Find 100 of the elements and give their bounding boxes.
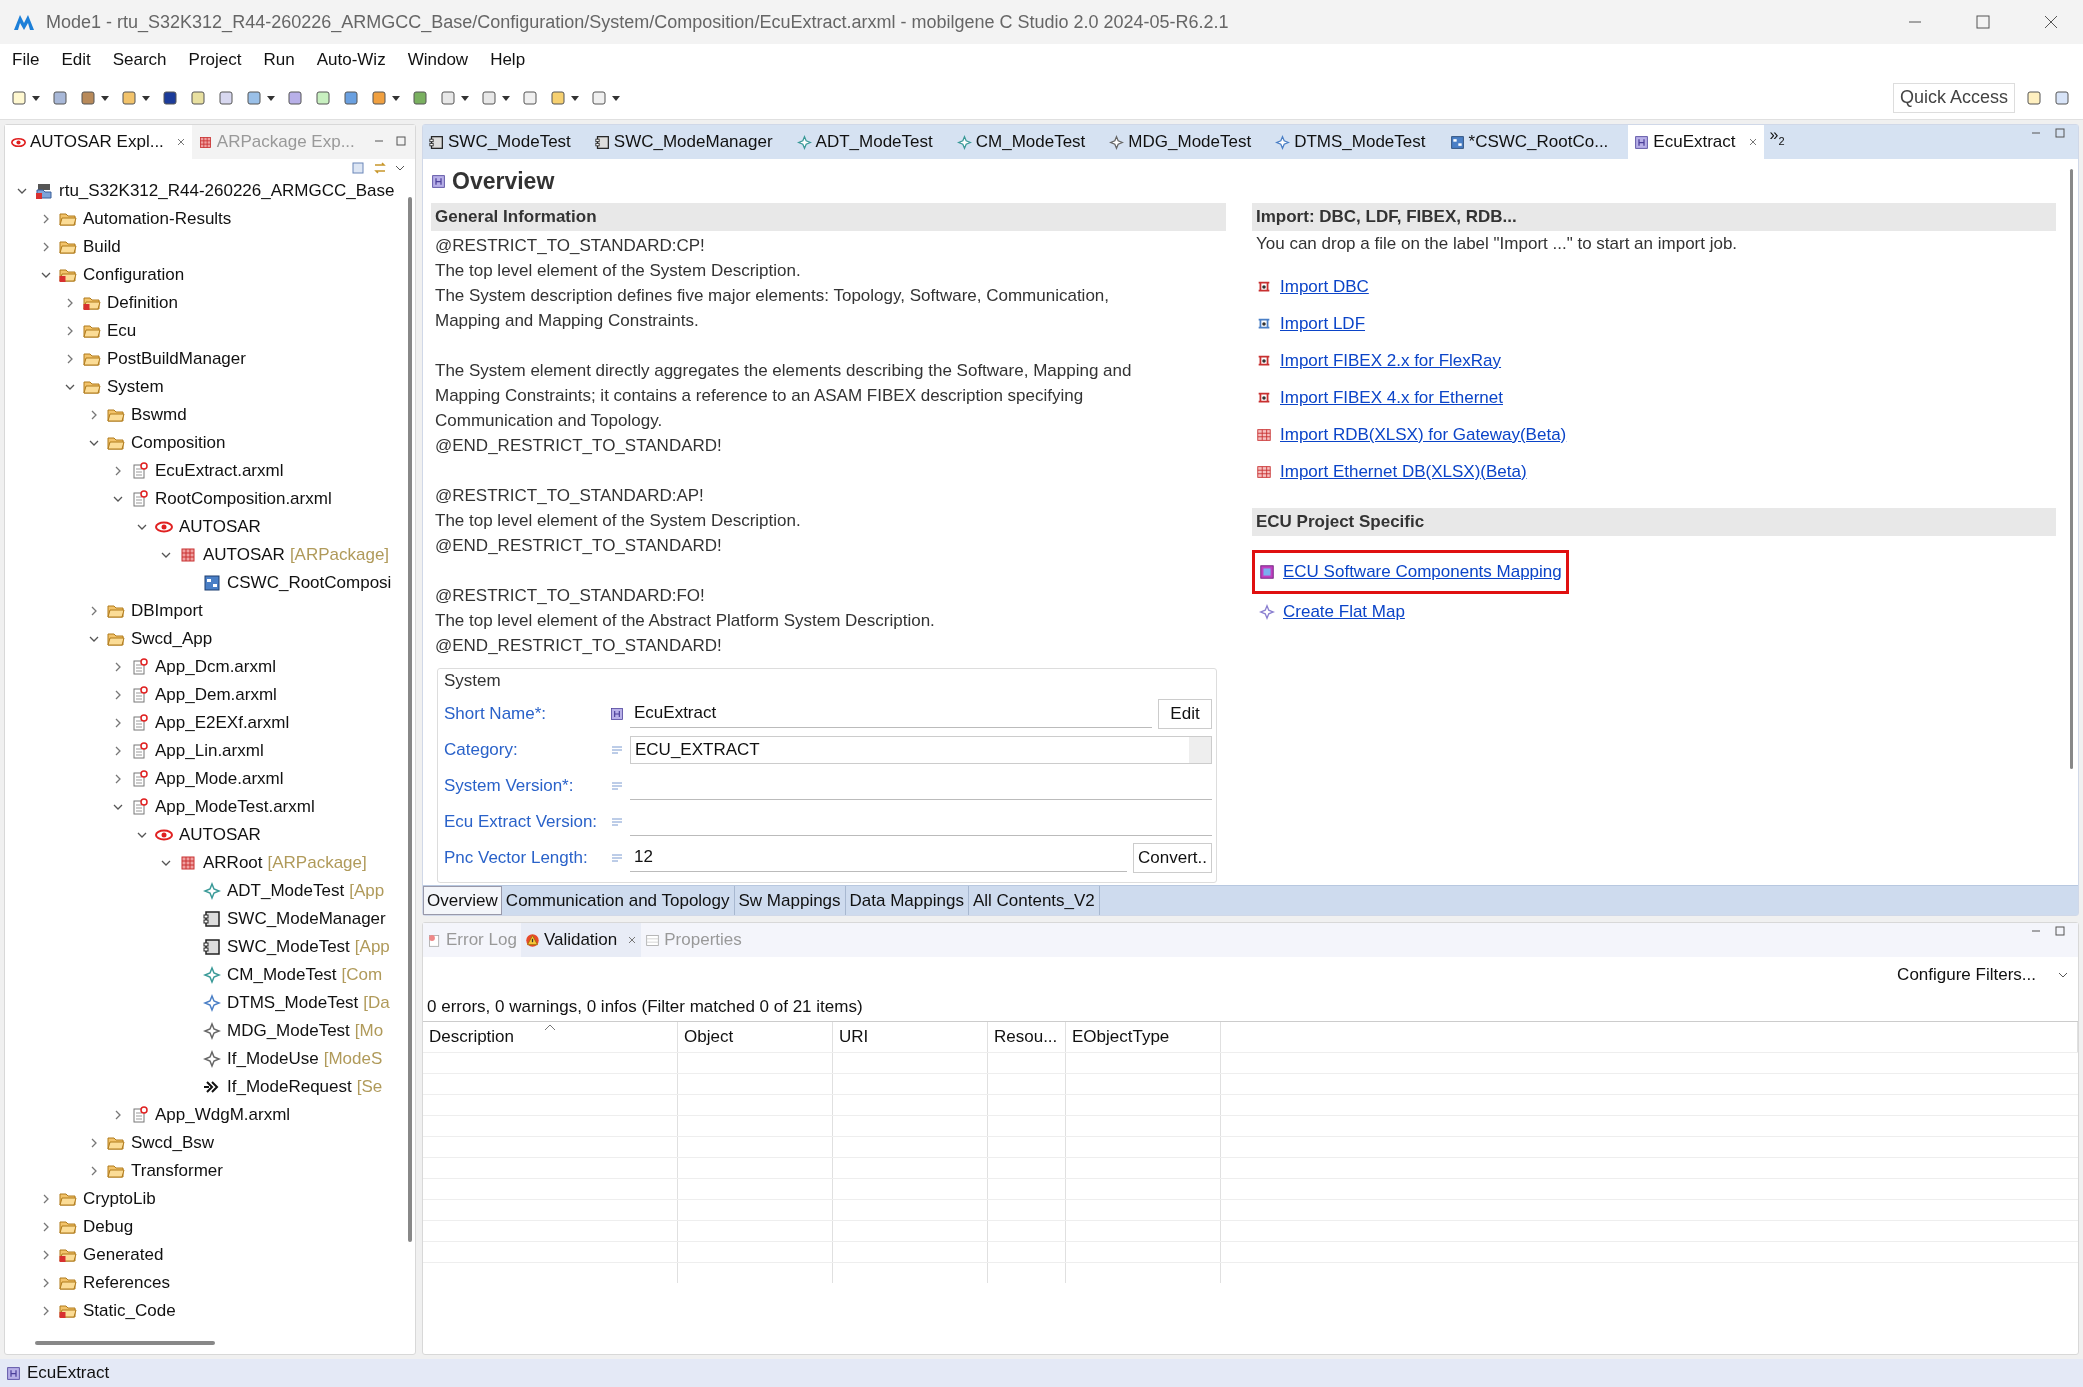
- menu-item[interactable]: Help: [490, 47, 526, 73]
- view-tab[interactable]: Validation: [520, 923, 642, 957]
- tree-item[interactable]: SWC_ModeTest: [227, 934, 350, 960]
- menu-item[interactable]: Auto-Wiz: [316, 47, 386, 73]
- tree-item[interactable]: CSWC_RootComposi: [227, 570, 392, 596]
- menu-item[interactable]: Search: [112, 47, 167, 73]
- page-title: Overview: [452, 166, 555, 196]
- view-tab[interactable]: AUTOSAR Expl...: [5, 125, 192, 159]
- editor-tab[interactable]: EcuExtract: [1628, 125, 1764, 159]
- tree-item[interactable]: AUTOSAR: [179, 822, 261, 848]
- field-button[interactable]: Convert..: [1133, 842, 1212, 873]
- tree-item[interactable]: Bswmd: [131, 402, 187, 428]
- import-link[interactable]: Import LDF: [1280, 310, 1366, 337]
- maximize-icon[interactable]: [2054, 127, 2066, 139]
- editor-tab[interactable]: ADT_ModeTest: [792, 125, 953, 159]
- tree-item[interactable]: App_WdgM.arxml: [155, 1102, 291, 1128]
- menu-item[interactable]: File: [12, 47, 40, 73]
- editor-tab[interactable]: SWC_ModeManager: [590, 125, 793, 159]
- import-link[interactable]: Import Ethernet DB(XLSX)(Beta): [1280, 458, 1527, 485]
- scrollbar[interactable]: [35, 1341, 215, 1345]
- tree-item[interactable]: AUTOSAR: [203, 542, 285, 568]
- page-tab[interactable]: Communication and Topology: [501, 886, 735, 915]
- tree-item[interactable]: DBImport: [131, 598, 203, 624]
- import-link[interactable]: Import FIBEX 2.x for FlexRay: [1280, 347, 1502, 374]
- editor-tab[interactable]: DTMS_ModeTest: [1271, 125, 1446, 159]
- editor-tab[interactable]: SWC_ModeTest: [425, 125, 591, 159]
- tree-item[interactable]: Definition: [107, 290, 178, 316]
- category-field[interactable]: ECU_EXTRACT: [630, 735, 1212, 764]
- tree-item[interactable]: If_ModeRequest: [227, 1074, 352, 1100]
- field-button[interactable]: Edit: [1158, 698, 1212, 729]
- tree-item[interactable]: App_Dem.arxml: [155, 682, 277, 708]
- file-icon: [131, 490, 149, 508]
- tree-item[interactable]: Debug: [83, 1214, 134, 1240]
- tree-item[interactable]: MDG_ModeTest: [227, 1018, 350, 1044]
- maximize-icon[interactable]: [1973, 12, 1993, 32]
- tree-item[interactable]: App_ModeTest.arxml: [155, 794, 315, 820]
- tree-item[interactable]: Transformer: [131, 1158, 223, 1184]
- tree-item[interactable]: Ecu: [107, 318, 137, 344]
- editor-tab[interactable]: *CSWC_RootCo...: [1445, 125, 1629, 159]
- column-header[interactable]: Object: [678, 1022, 833, 1052]
- close-icon[interactable]: [175, 137, 186, 147]
- tree-item[interactable]: Automation-Results: [83, 206, 232, 232]
- configure-filters-link[interactable]: Configure Filters...: [1897, 962, 2036, 988]
- menu-item[interactable]: Project: [188, 47, 242, 73]
- caret-icon[interactable]: [395, 163, 405, 173]
- menu-item[interactable]: Run: [263, 47, 295, 73]
- tree-item[interactable]: Configuration: [83, 262, 185, 288]
- tree-item[interactable]: Composition: [131, 430, 226, 456]
- tree-item[interactable]: If_ModeUse: [227, 1046, 319, 1072]
- tree-item[interactable]: System: [107, 374, 164, 400]
- quick-access-field[interactable]: Quick Access: [1892, 82, 2015, 113]
- maximize-icon[interactable]: [2054, 925, 2066, 937]
- maximize-icon[interactable]: [395, 135, 407, 147]
- page-tab[interactable]: All Contents_V2: [968, 886, 1100, 915]
- tree-item[interactable]: DTMS_ModeTest: [227, 990, 359, 1016]
- tree-item[interactable]: App_Dcm.arxml: [155, 654, 276, 680]
- tree-item[interactable]: RootComposition.arxml: [155, 486, 332, 512]
- menu-item[interactable]: Window: [407, 47, 469, 73]
- editor-tab[interactable]: CM_ModeTest: [952, 125, 1106, 159]
- close-icon[interactable]: [627, 935, 638, 945]
- tree-item[interactable]: References: [83, 1270, 170, 1296]
- link-icon[interactable]: [373, 161, 387, 175]
- action-link[interactable]: ECU Software Components Mapping: [1283, 559, 1562, 585]
- import-link[interactable]: Import RDB(XLSX) for Gateway(Beta): [1280, 421, 1567, 448]
- import-link[interactable]: Import DBC: [1280, 273, 1369, 300]
- column-header[interactable]: Resou...: [988, 1022, 1066, 1052]
- tree-item[interactable]: ADT_ModeTest: [227, 878, 345, 904]
- scrollbar[interactable]: [2069, 169, 2073, 769]
- page-tab[interactable]: Data Mappings: [845, 886, 969, 915]
- tree-item[interactable]: CM_ModeTest: [227, 962, 337, 988]
- scrollbar[interactable]: [408, 197, 412, 1242]
- tree-item[interactable]: App_Mode.arxml: [155, 766, 284, 792]
- tree-item[interactable]: Swcd_App: [131, 626, 213, 652]
- tree-item[interactable]: CryptoLib: [83, 1186, 156, 1212]
- tree-item[interactable]: App_Lin.arxml: [155, 738, 264, 764]
- tree-item[interactable]: EcuExtract.arxml: [155, 458, 284, 484]
- tree-item[interactable]: rtu_S32K312_R44-260226_ARMGCC_Base: [59, 178, 395, 204]
- tree-item[interactable]: Static_Code: [83, 1298, 176, 1324]
- close-icon[interactable]: [1747, 137, 1758, 147]
- text-field[interactable]: 12: [630, 843, 1127, 872]
- tree-item[interactable]: ARRoot: [203, 850, 263, 876]
- tree-item[interactable]: AUTOSAR: [179, 514, 261, 540]
- tree-item[interactable]: Generated: [83, 1242, 164, 1268]
- tree-item[interactable]: SWC_ModeManager: [227, 906, 386, 932]
- action-link[interactable]: Create Flat Map: [1283, 599, 1405, 625]
- text-field[interactable]: EcuExtract: [630, 699, 1152, 728]
- column-header[interactable]: EObjectType: [1066, 1022, 1221, 1052]
- column-header[interactable]: Description: [423, 1022, 678, 1052]
- tree-item[interactable]: Swcd_Bsw: [131, 1130, 215, 1156]
- tree-item[interactable]: PostBuildManager: [107, 346, 246, 372]
- editor-tab[interactable]: MDG_ModeTest: [1105, 125, 1272, 159]
- column-header[interactable]: URI: [833, 1022, 988, 1052]
- page-tab[interactable]: Sw Mappings: [734, 886, 846, 915]
- menu-item[interactable]: Edit: [61, 47, 91, 73]
- file-icon: [131, 714, 149, 732]
- tree-item[interactable]: App_E2EXf.arxml: [155, 710, 290, 736]
- page-tab[interactable]: Overview: [423, 886, 502, 915]
- import-link[interactable]: Import FIBEX 4.x for Ethernet: [1280, 384, 1503, 411]
- caret-icon[interactable]: [2058, 970, 2068, 980]
- tree-item[interactable]: Build: [83, 234, 121, 260]
